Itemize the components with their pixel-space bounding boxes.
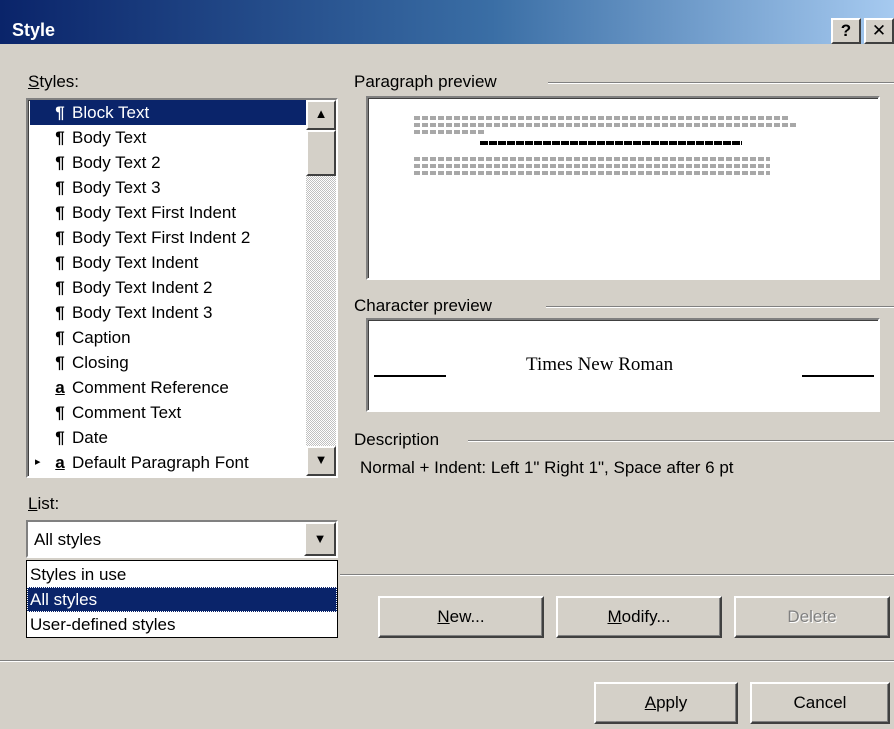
- paragraph-preview-box: [366, 96, 880, 280]
- scroll-up-icon: ▲: [314, 106, 328, 121]
- styles-scrollbar[interactable]: ▲ ▼: [306, 100, 336, 476]
- style-name: Date: [72, 428, 108, 447]
- style-list-item[interactable]: ¶ Body Text 3: [30, 175, 306, 200]
- style-list-item[interactable]: ¶ Body Text Indent 2: [30, 275, 306, 300]
- style-name: Default Paragraph Font: [72, 453, 249, 472]
- chevron-down-icon: ▼: [313, 531, 327, 546]
- character-style-icon: a: [55, 453, 65, 472]
- character-preview-divider: [546, 306, 894, 308]
- style-name: Body Text Indent 2: [72, 278, 213, 297]
- style-list-item[interactable]: ¶ Body Text First Indent: [30, 200, 306, 225]
- style-list-item[interactable]: ¶ Comment Text: [30, 400, 306, 425]
- paragraph-style-icon: ¶: [55, 228, 65, 247]
- paragraph-style-icon: ¶: [55, 253, 65, 272]
- character-preview-sample: Times New Roman: [526, 354, 674, 375]
- style-list-item[interactable]: ¶ Body Text: [30, 125, 306, 150]
- style-name: Body Text First Indent 2: [72, 228, 251, 247]
- dialog-title: Style: [12, 20, 56, 40]
- list-dropdown: Styles in use All styles User-defined st…: [26, 560, 338, 638]
- paragraph-style-icon: ¶: [55, 203, 65, 222]
- style-list-item[interactable]: ¶ Body Text Indent 3: [30, 300, 306, 325]
- title-bar: Style ? ✕: [0, 0, 894, 44]
- scroll-thumb[interactable]: [306, 130, 336, 176]
- character-style-icon: a: [55, 378, 65, 397]
- style-name: Comment Text: [72, 403, 182, 422]
- paragraph-style-icon: ¶: [55, 128, 65, 147]
- style-list-item[interactable]: ¶ Date: [30, 425, 306, 450]
- list-label: List:: [28, 494, 60, 513]
- style-name: Body Text Indent 3: [72, 303, 213, 322]
- dropdown-option-styles-in-use[interactable]: Styles in use: [27, 562, 337, 587]
- paragraph-style-icon: ¶: [55, 153, 65, 172]
- paragraph-style-icon: ¶: [55, 428, 65, 447]
- style-list-item[interactable]: ¶ Block Text: [30, 100, 306, 125]
- close-button[interactable]: ✕: [864, 18, 894, 44]
- list-combobox[interactable]: All styles ▼: [26, 520, 338, 558]
- button-area-divider: [340, 574, 894, 576]
- paragraph-preview-divider: [548, 82, 894, 84]
- footer-divider: [0, 660, 894, 662]
- pointer-arrow-icon: ▸: [35, 456, 41, 468]
- styles-listbox[interactable]: ¶ Block Text ¶ Body Text ¶ Body Text 2 ¶ Body T…: [26, 98, 338, 478]
- delete-button[interactable]: Delete: [734, 596, 890, 638]
- paragraph-style-icon: ¶: [55, 278, 65, 297]
- help-button[interactable]: ?: [831, 18, 861, 44]
- dropdown-option-all-styles[interactable]: All styles: [27, 587, 337, 612]
- list-dropdown-button[interactable]: ▼: [304, 522, 336, 556]
- apply-button[interactable]: Apply: [594, 682, 738, 724]
- dropdown-option-user-defined-styles[interactable]: User-defined styles: [27, 612, 337, 637]
- style-name: Body Text: [72, 128, 147, 147]
- paragraph-preview-sample: [480, 141, 742, 145]
- scroll-up-button[interactable]: ▲: [306, 100, 336, 130]
- description-label: Description: [354, 430, 440, 449]
- style-dialog: Style ? ✕ Styles: ¶ Block Text ¶ Body Text ¶…: [0, 0, 894, 729]
- style-list-item[interactable]: ¶ Body Text 2: [30, 150, 306, 175]
- modify-button[interactable]: Modify...: [556, 596, 722, 638]
- new-button[interactable]: New...: [378, 596, 544, 638]
- style-list-item[interactable]: ¶ Caption: [30, 325, 306, 350]
- description-divider: [468, 440, 894, 442]
- style-list-item[interactable]: ¶ Body Text First Indent 2: [30, 225, 306, 250]
- style-name: Block Text: [72, 103, 150, 122]
- paragraph-preview-label: Paragraph preview: [354, 72, 497, 91]
- paragraph-style-icon: ¶: [55, 328, 65, 347]
- paragraph-style-icon: ¶: [55, 178, 65, 197]
- style-name: Caption: [72, 328, 131, 347]
- style-name: Body Text 3: [72, 178, 161, 197]
- style-list-item[interactable]: ¶ Closing: [30, 350, 306, 375]
- paragraph-style-icon: ¶: [55, 103, 65, 122]
- style-name: Comment Reference: [72, 378, 229, 397]
- description-text: Normal + Indent: Left 1" Right 1", Space…: [360, 458, 734, 477]
- style-list-item[interactable]: ▸ a Default Paragraph Font: [30, 450, 306, 475]
- style-name: Closing: [72, 353, 129, 372]
- style-name: Body Text Indent: [72, 253, 199, 272]
- style-name: Body Text 2: [72, 153, 161, 172]
- style-name: Body Text First Indent: [72, 203, 237, 222]
- character-preview-box: Times New Roman: [366, 318, 880, 412]
- list-combobox-value: All styles: [34, 530, 102, 549]
- style-list-item[interactable]: ¶ Body Text Indent: [30, 250, 306, 275]
- paragraph-style-icon: ¶: [55, 353, 65, 372]
- style-list-item[interactable]: a Comment Reference: [30, 375, 306, 400]
- paragraph-style-icon: ¶: [55, 403, 65, 422]
- scroll-down-icon: ▼: [314, 452, 328, 467]
- character-preview-label: Character preview: [354, 296, 492, 315]
- paragraph-style-icon: ¶: [55, 303, 65, 322]
- scroll-down-button[interactable]: ▼: [306, 446, 336, 476]
- cancel-button[interactable]: Cancel: [750, 682, 890, 724]
- styles-label: Styles:: [28, 72, 80, 91]
